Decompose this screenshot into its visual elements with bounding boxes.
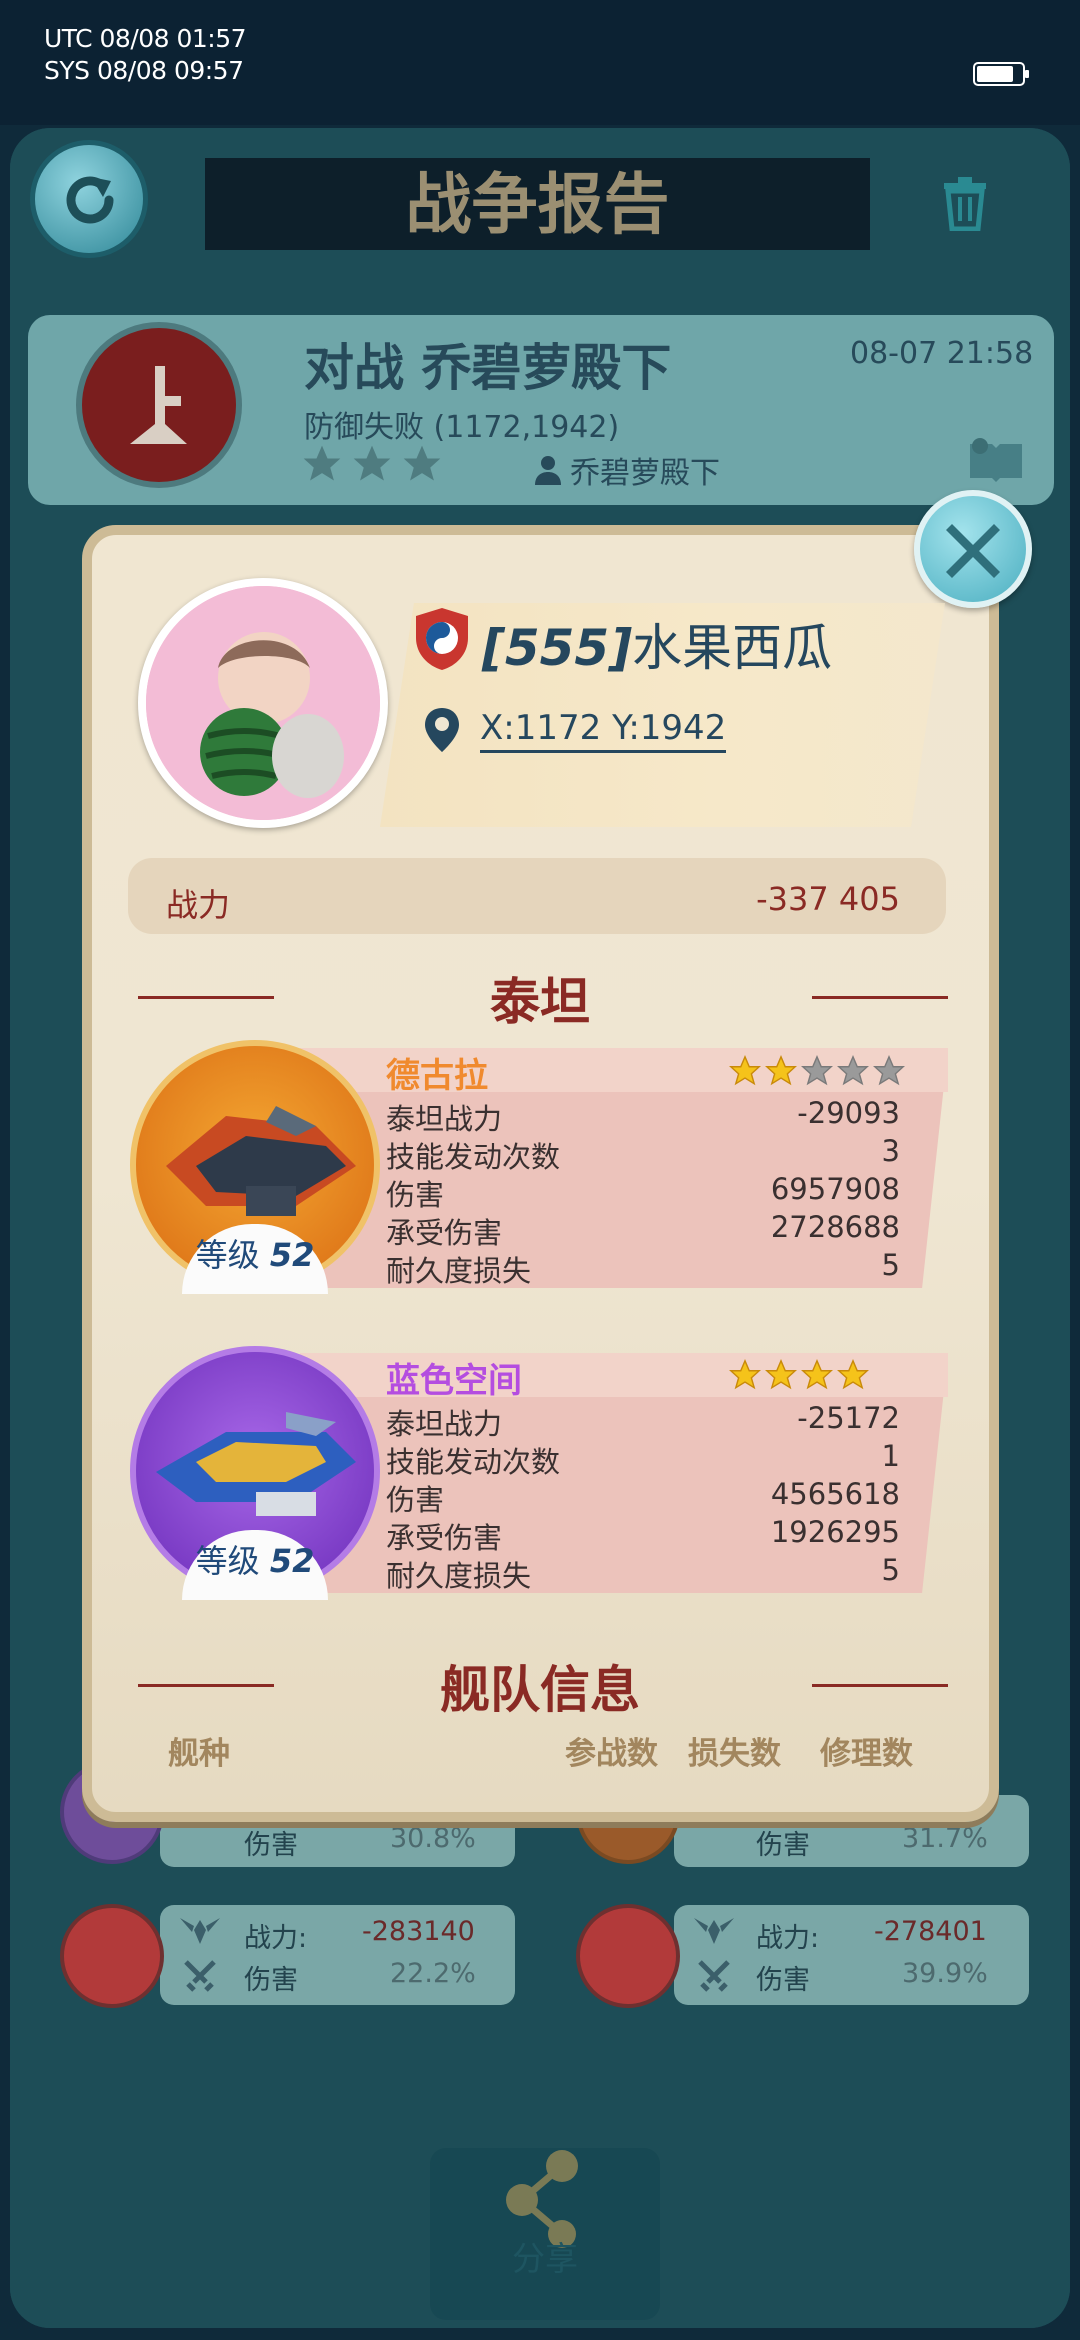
stat-label-durability: 耐久度损失 (386, 1254, 532, 1288)
person-icon (535, 456, 561, 485)
bg-damage-pct: 31.7% (902, 1823, 988, 1854)
page-title: 战争报告 (405, 166, 670, 243)
bg-ship-avatar (60, 1904, 164, 2008)
star-empty-icon (801, 1055, 833, 1086)
bg-damage-label: 伤害 (756, 1965, 810, 1996)
stat-label-power: 泰坦战力 (386, 1102, 503, 1136)
fleet-section-title: 舰队信息 (440, 1661, 640, 1719)
level-value: 52 (269, 1236, 315, 1274)
rank-wings-icon (180, 1918, 220, 1944)
report-result: 防御失败 (1172,1942) (304, 410, 620, 445)
power-value: -337 405 (756, 880, 900, 918)
report-stars (300, 442, 444, 486)
star-filled-icon (837, 1359, 869, 1390)
star-empty-icon (353, 445, 391, 481)
level-label: 等级 (195, 1542, 260, 1580)
stat-value-damage-taken: 1926295 (770, 1515, 900, 1549)
bg-power-value: -283140 (362, 1916, 475, 1947)
bg-power-label: 战力: (756, 1923, 820, 1954)
level-value: 52 (269, 1542, 315, 1580)
player-name-text: 水果西瓜 (632, 619, 833, 677)
bg-damage-label: 伤害 (244, 1965, 298, 1996)
stat-value-power: -29093 (797, 1096, 900, 1130)
back-arrow-icon (66, 176, 114, 224)
stat-label-power: 泰坦战力 (386, 1407, 503, 1441)
stat-value-damage: 6957908 (770, 1172, 900, 1206)
bg-power-value: -278401 (874, 1916, 987, 1947)
bg-damage-pct: 22.2% (390, 1958, 476, 1989)
fleet-header-lost: 损失数 (688, 1736, 781, 1772)
star-empty-icon (403, 445, 441, 481)
star-filled-icon (729, 1055, 761, 1086)
star-filled-icon (801, 1359, 833, 1390)
fleet-header-type: 舰种 (168, 1736, 230, 1772)
swords-icon (698, 1960, 730, 1992)
level-label: 等级 (195, 1236, 260, 1274)
stat-label-damage: 伤害 (386, 1483, 445, 1517)
bookmark-book-icon[interactable] (966, 436, 1026, 482)
stat-label-skills: 技能发动次数 (386, 1140, 561, 1174)
star-filled-icon (765, 1359, 797, 1390)
report-opponent: 乔碧萝殿下 (534, 448, 720, 492)
star-empty-icon (303, 445, 341, 481)
bg-ship-avatar (576, 1904, 680, 2008)
player-portrait (146, 586, 380, 820)
utc-time: UTC 08/08 01:57 (44, 24, 247, 53)
location-pin-icon (425, 708, 459, 752)
fleet-header-deployed: 参战数 (565, 1736, 658, 1772)
star-empty-icon (837, 1055, 869, 1086)
swords-icon (184, 1960, 216, 1992)
stat-label-skills: 技能发动次数 (386, 1445, 561, 1479)
stat-value-power: -25172 (797, 1401, 900, 1435)
status-bar: UTC 08/08 01:57 SYS 08/08 09:57 (0, 0, 1080, 125)
titan-stars (728, 1358, 870, 1392)
close-icon (946, 524, 1000, 578)
titan-section-title: 泰坦 (490, 973, 590, 1031)
sys-time: SYS 08/08 09:57 (44, 56, 244, 85)
avatar[interactable] (138, 578, 388, 828)
trash-icon[interactable] (940, 175, 990, 231)
bg-damage-label: 伤害 (244, 1830, 298, 1861)
divider (138, 1684, 274, 1687)
report-opponent-name: 乔碧萝殿下 (570, 456, 720, 491)
alliance-shield-icon (416, 608, 468, 670)
bg-damage-pct: 39.9% (902, 1958, 988, 1989)
coordinates-link[interactable]: X:1172 Y:1942 (480, 708, 727, 753)
stat-label-damage-taken: 承受伤害 (386, 1521, 503, 1555)
bg-damage-label: 伤害 (756, 1830, 810, 1861)
defeat-emblem (76, 322, 242, 488)
stat-label-damage: 伤害 (386, 1178, 445, 1212)
stat-value-skills: 1 (881, 1439, 900, 1473)
back-button[interactable] (30, 140, 148, 258)
share-label: 分享 (512, 2239, 578, 2278)
report-title: 对战 乔碧萝殿下 (304, 339, 672, 397)
stat-value-durability: 5 (881, 1248, 900, 1282)
titan-name: 蓝色空间 (386, 1361, 522, 1401)
divider (812, 1684, 948, 1687)
divider (138, 996, 274, 999)
star-empty-icon (873, 1055, 905, 1086)
close-button[interactable] (914, 490, 1032, 608)
player-name: [555]水果西瓜 (482, 608, 832, 680)
titan-stars (728, 1054, 906, 1088)
bg-damage-pct: 30.8% (390, 1823, 476, 1854)
alliance-tag: [555] (482, 619, 633, 677)
rank-wings-icon (694, 1918, 734, 1944)
stat-label-durability: 耐久度损失 (386, 1559, 532, 1593)
titan-name: 德古拉 (386, 1056, 488, 1096)
stat-value-durability: 5 (881, 1553, 900, 1587)
stat-value-damage-taken: 2728688 (770, 1210, 900, 1244)
star-filled-icon (765, 1055, 797, 1086)
stat-value-damage: 4565618 (770, 1477, 900, 1511)
stat-value-skills: 3 (881, 1134, 900, 1168)
star-filled-icon (729, 1359, 761, 1390)
battery-icon (973, 62, 1029, 86)
fleet-header-repair: 修理数 (820, 1736, 913, 1772)
divider (812, 996, 948, 999)
bg-power-label: 战力: (244, 1923, 308, 1954)
stat-label-damage-taken: 承受伤害 (386, 1216, 503, 1250)
broken-sword-icon (130, 366, 187, 444)
power-label: 战力 (166, 886, 231, 924)
report-time: 08-07 21:58 (850, 336, 1034, 371)
